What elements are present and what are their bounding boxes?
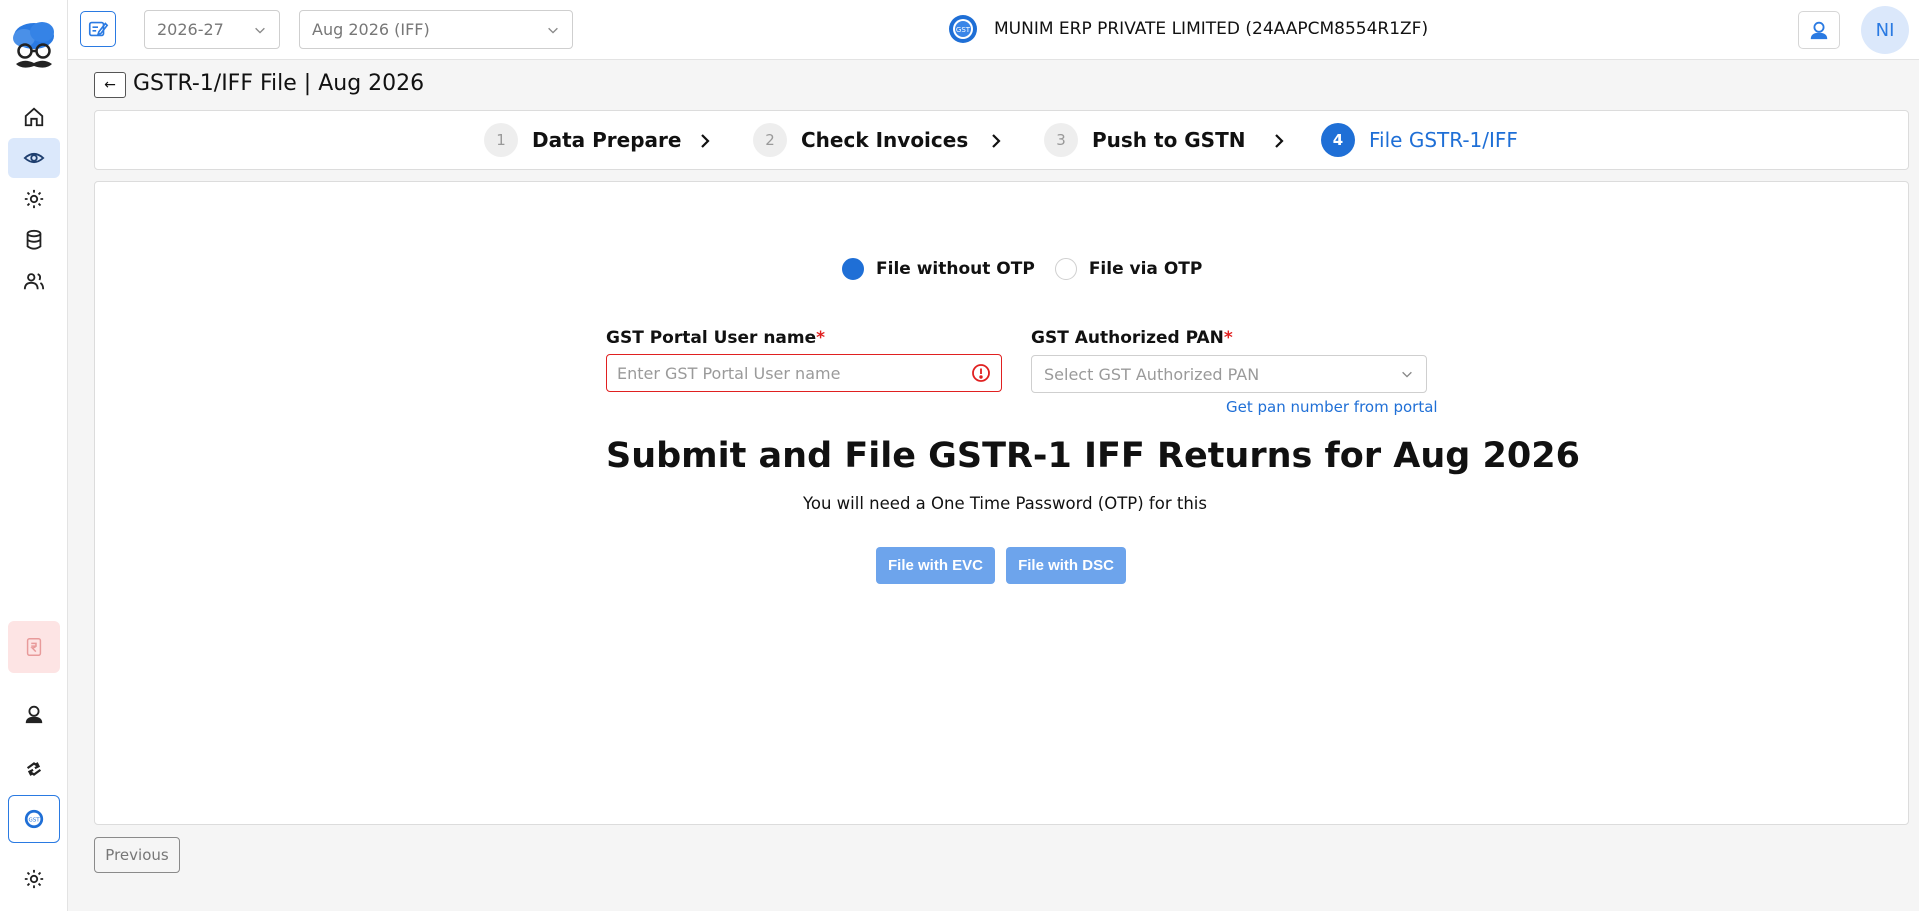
username-label-text: GST Portal User name [606, 328, 817, 348]
gear-icon [24, 189, 44, 209]
step-check-invoices[interactable]: 2 Check Invoices [753, 123, 968, 157]
pan-label-text: GST Authorized PAN [1031, 328, 1224, 348]
step-push-to-gstn[interactable]: 3 Push to GSTN [1044, 123, 1245, 157]
support-agent-icon [25, 705, 43, 724]
username-placeholder: Enter GST Portal User name [617, 363, 841, 383]
filing-mode-radio-group: File without OTP File via OTP [842, 258, 1222, 280]
radio-file-via-otp[interactable]: File via OTP [1054, 258, 1203, 280]
otp-notice: You will need a One Time Password (OTP) … [803, 494, 1207, 513]
sidebar-item-bottom-settings[interactable] [8, 859, 60, 899]
file-with-evc-button[interactable]: File with EVC [876, 547, 995, 584]
get-pan-link[interactable]: Get pan number from portal [1226, 398, 1438, 416]
previous-button[interactable]: Previous [94, 837, 180, 873]
error-icon [972, 364, 990, 382]
support-button[interactable] [1798, 11, 1840, 49]
chevron-right-icon [701, 134, 710, 148]
eye-icon [23, 152, 45, 164]
company-info: GST MUNIM ERP PRIVATE LIMITED (24AAPCM85… [948, 14, 1428, 44]
top-bar: 2026-27 Aug 2026 (IFF) GST MUNIM ERP PRI… [68, 0, 1919, 60]
sidebar: GST [0, 0, 68, 911]
file-with-dsc-button[interactable]: File with DSC [1006, 547, 1126, 584]
return-period-select[interactable]: Aug 2026 (IFF) [299, 10, 573, 49]
step-number: 2 [753, 123, 787, 157]
step-label: Check Invoices [801, 128, 969, 152]
munim-logo-icon [10, 18, 58, 76]
username-label: GST Portal User name* [606, 328, 825, 348]
authorized-pan-select[interactable]: Select GST Authorized PAN [1031, 355, 1427, 393]
radio-button-unchecked[interactable] [1054, 258, 1077, 280]
back-button[interactable]: ← [94, 72, 126, 98]
step-label: Push to GSTN [1092, 128, 1246, 152]
home-icon [24, 107, 44, 127]
sidebar-item-users[interactable] [8, 261, 60, 301]
radio-label: File without OTP [876, 259, 1035, 279]
page-title: GSTR-1/IFF File | Aug 2026 [133, 71, 425, 96]
chevron-down-icon [1402, 371, 1412, 378]
sidebar-item-database[interactable] [8, 220, 60, 260]
svg-text:GST: GST [956, 26, 971, 34]
gear-icon [24, 869, 44, 889]
chevron-down-icon [548, 27, 558, 34]
financial-year-select[interactable]: 2026-27 [144, 10, 280, 49]
financial-year-value: 2026-27 [157, 20, 224, 39]
radio-file-without-otp[interactable]: File without OTP [842, 258, 1035, 280]
radio-label: File via OTP [1088, 259, 1203, 279]
sidebar-item-settings[interactable] [8, 179, 60, 219]
edit-note-icon [88, 21, 109, 37]
gst-username-input[interactable]: Enter GST Portal User name [606, 354, 1002, 392]
required-mark: * [816, 328, 826, 348]
support-agent-icon [1810, 21, 1828, 40]
company-name: MUNIM ERP PRIVATE LIMITED (24AAPCM8554R1… [994, 19, 1429, 39]
database-icon [26, 229, 42, 250]
radio-button-checked[interactable] [842, 258, 864, 280]
submit-heading: Submit and File GSTR-1 IFF Returns for A… [606, 436, 1580, 476]
step-number: 4 [1321, 123, 1355, 157]
chevron-down-icon [255, 27, 265, 34]
pan-placeholder: Select GST Authorized PAN [1044, 364, 1260, 384]
sidebar-item-billing[interactable] [8, 621, 60, 673]
user-avatar[interactable]: NI [1861, 6, 1909, 54]
step-label: Data Prepare [532, 128, 682, 152]
chevron-right-icon [992, 134, 1001, 148]
step-label: File GSTR-1/IFF [1369, 128, 1518, 152]
sync-icon [26, 762, 42, 776]
rupee-icon [26, 638, 42, 656]
sidebar-item-sync[interactable] [8, 749, 60, 789]
return-period-value: Aug 2026 (IFF) [312, 20, 430, 39]
chevron-right-icon [1275, 134, 1284, 148]
sidebar-item-support[interactable] [8, 694, 60, 734]
sidebar-item-gst[interactable]: GST [8, 795, 60, 843]
step-number: 1 [484, 123, 518, 157]
step-file-gstr1-iff[interactable]: 4 File GSTR-1/IFF [1321, 123, 1518, 157]
sidebar-item-view[interactable] [8, 138, 60, 178]
step-number: 3 [1044, 123, 1078, 157]
stepper: 1 Data Prepare 2 Check Invoices 3 Push t… [94, 110, 1909, 170]
svg-text:GST: GST [28, 817, 40, 823]
pan-label: GST Authorized PAN* [1031, 328, 1233, 348]
required-mark: * [1223, 328, 1233, 348]
edit-company-button[interactable] [80, 11, 116, 47]
step-data-prepare[interactable]: 1 Data Prepare [484, 123, 681, 157]
gst-logo-icon: GST [949, 15, 977, 43]
users-icon [23, 273, 45, 290]
sidebar-item-home[interactable] [8, 97, 60, 137]
gst-icon: GST [24, 809, 44, 829]
